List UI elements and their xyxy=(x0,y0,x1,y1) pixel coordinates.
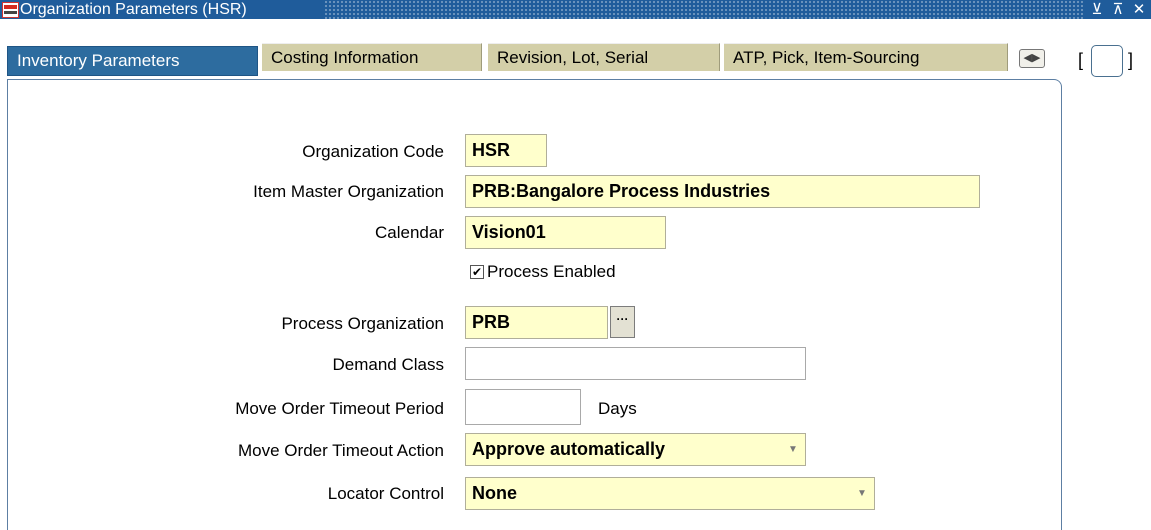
move-order-timeout-period-field[interactable] xyxy=(465,389,581,425)
process-enabled-checkbox[interactable]: ✔ xyxy=(470,265,484,279)
record-indicator-box[interactable] xyxy=(1091,45,1123,77)
close-icon[interactable]: ✕ xyxy=(1129,0,1149,19)
move-order-timeout-action-label: Move Order Timeout Action xyxy=(238,441,444,460)
tab-strip: Inventory Parameters Costing Information… xyxy=(0,19,1151,80)
minimize-icon[interactable]: ⊻ xyxy=(1087,0,1107,19)
item-master-org-label: Item Master Organization xyxy=(253,182,444,201)
tab-revision-lot-serial[interactable]: Revision, Lot, Serial xyxy=(488,43,720,71)
demand-class-field[interactable] xyxy=(465,347,806,380)
window-controls: ⊻ ⊼ ✕ xyxy=(1083,0,1151,19)
process-org-field[interactable]: PRB xyxy=(465,306,608,339)
timeout-period-unit: Days xyxy=(598,399,637,418)
move-order-timeout-action-select[interactable]: Approve automatically ▼ xyxy=(465,433,806,466)
chevron-down-icon[interactable]: ▼ xyxy=(856,478,868,509)
organization-code-field[interactable]: HSR xyxy=(465,134,547,167)
item-master-org-field[interactable]: PRB:Bangalore Process Industries xyxy=(465,175,980,208)
window-titlebar: Organization Parameters (HSR) ⊻ ⊼ ✕ xyxy=(0,0,1151,19)
window-title: Organization Parameters (HSR) xyxy=(20,1,247,18)
organization-code-value: HSR xyxy=(472,140,511,160)
demand-class-label: Demand Class xyxy=(332,355,445,374)
item-master-org-value: PRB:Bangalore Process Industries xyxy=(472,181,771,201)
locator-control-label: Locator Control xyxy=(327,484,444,503)
process-enabled-label: Process Enabled xyxy=(487,262,616,281)
locator-control-select[interactable]: None ▼ xyxy=(465,477,875,510)
calendar-value: Vision01 xyxy=(472,222,546,242)
move-order-timeout-period-label: Move Order Timeout Period xyxy=(235,399,444,418)
locator-control-value: None xyxy=(472,483,517,503)
organization-code-label: Organization Code xyxy=(302,142,444,161)
process-org-label: Process Organization xyxy=(281,314,444,333)
calendar-field[interactable]: Vision01 xyxy=(465,216,666,249)
move-order-timeout-action-value: Approve automatically xyxy=(472,439,666,459)
process-org-lov-button[interactable]: ··· xyxy=(610,306,635,338)
chevron-down-icon[interactable]: ▼ xyxy=(787,434,799,465)
bracket-open: [ xyxy=(1078,50,1084,70)
tab-inventory-parameters[interactable]: Inventory Parameters xyxy=(7,46,258,76)
tab-scroll-arrows-icon[interactable]: ◀▶ xyxy=(1019,49,1045,68)
tab-costing-information[interactable]: Costing Information xyxy=(262,43,482,71)
tab-atp-pick-item-sourcing[interactable]: ATP, Pick, Item-Sourcing xyxy=(724,43,1008,71)
oracle-logo-icon xyxy=(2,2,19,18)
process-org-value: PRB xyxy=(472,312,511,332)
maximize-icon[interactable]: ⊼ xyxy=(1108,0,1128,19)
calendar-label: Calendar xyxy=(375,223,444,242)
bracket-close: ] xyxy=(1128,50,1134,70)
